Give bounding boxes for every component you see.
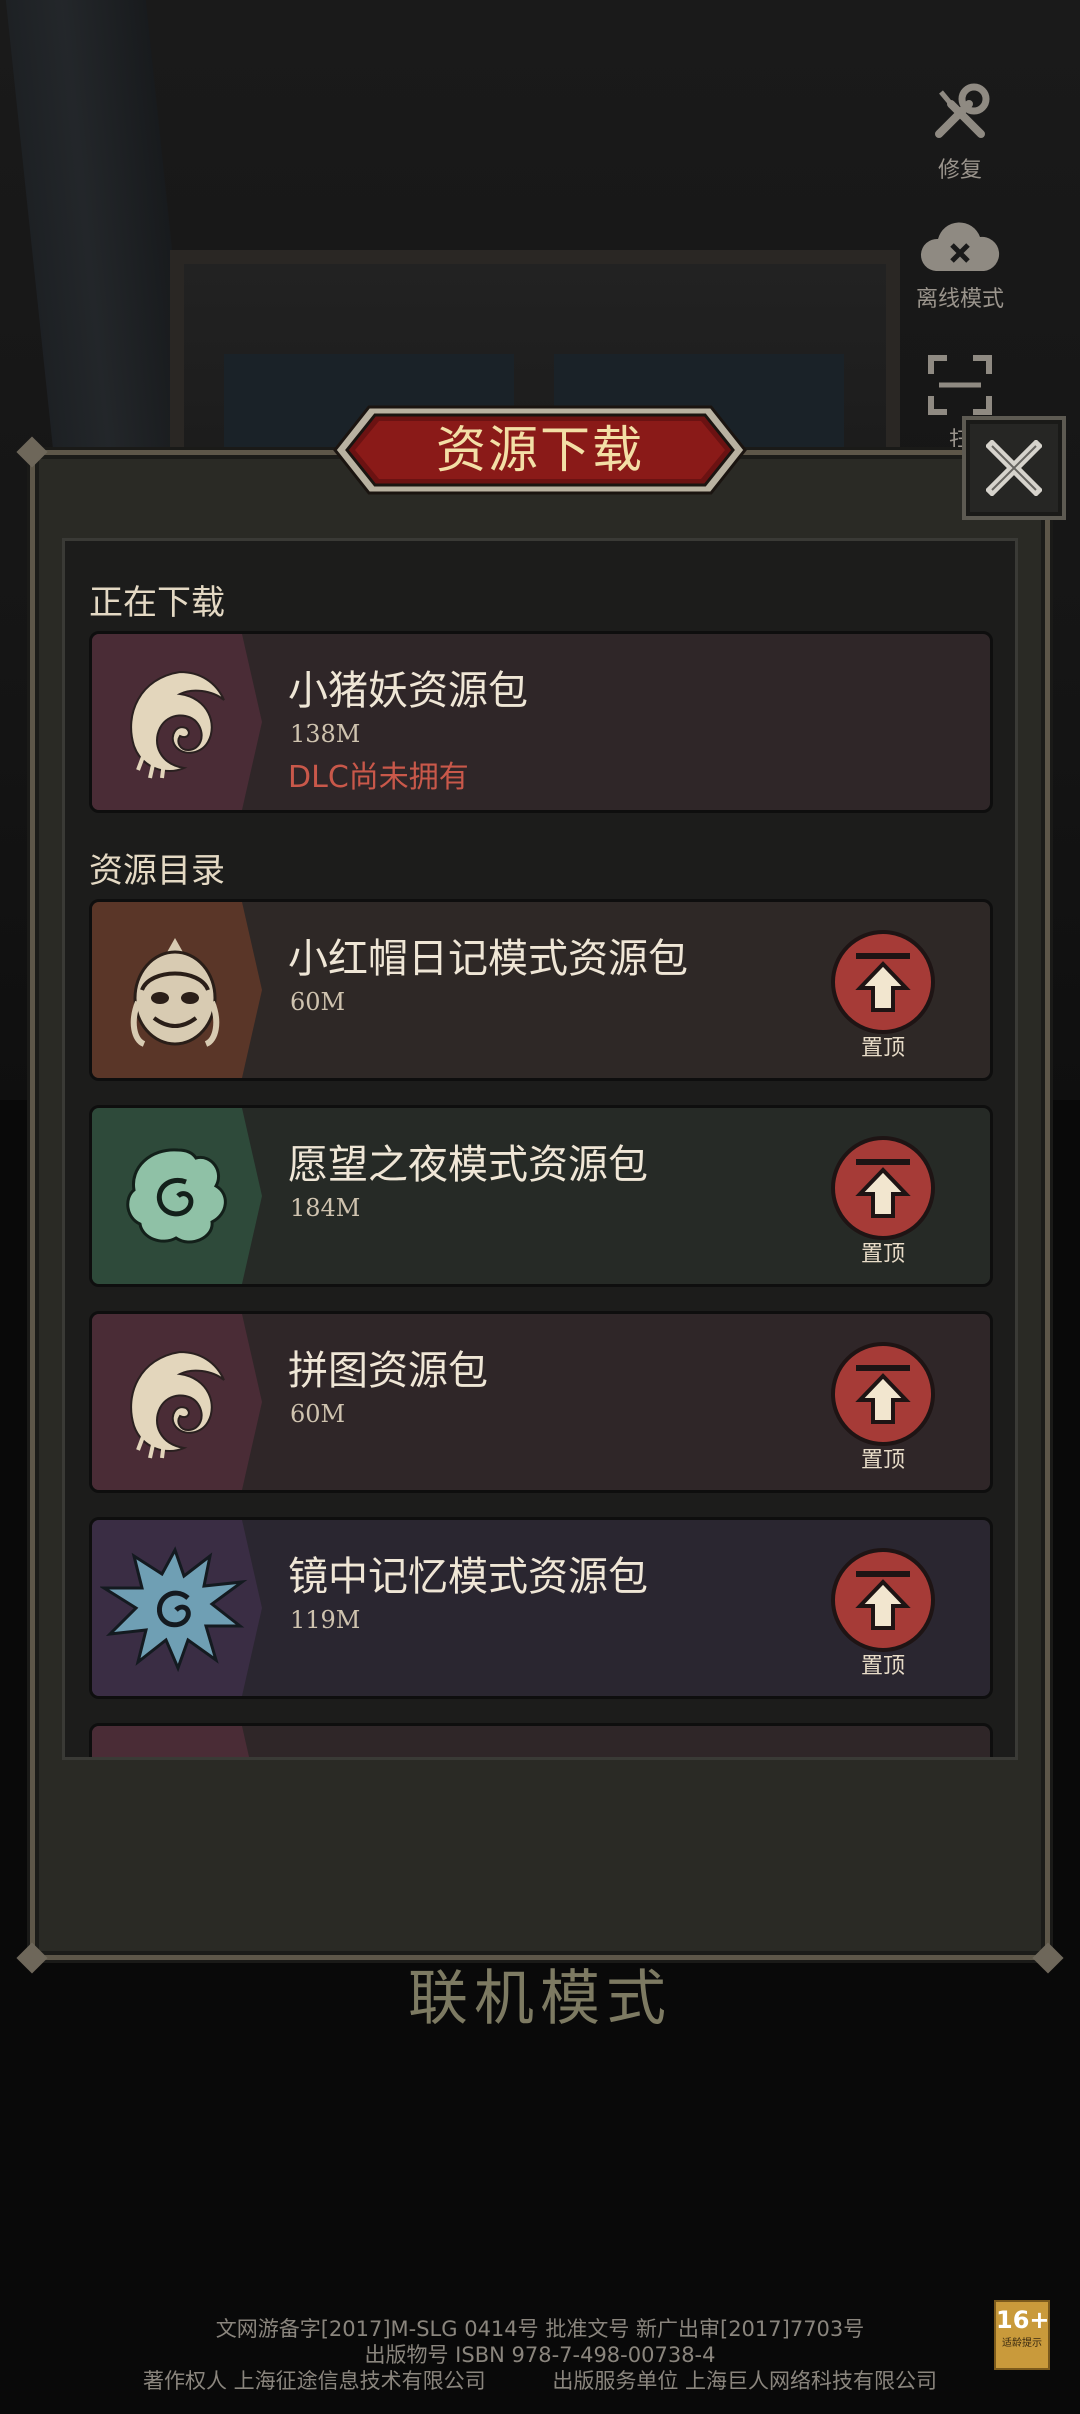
pin-top-icon bbox=[831, 1548, 935, 1652]
catalog-item-card[interactable]: 小红帽日记模式资源包 60M 置顶 bbox=[89, 899, 993, 1081]
item-status: DLC尚未拥有 bbox=[288, 760, 469, 795]
dialog-title: 资源下载 bbox=[436, 421, 644, 479]
publisher: 出版服务单位 上海巨人网络科技有限公司 bbox=[552, 2369, 938, 2393]
catalog-item-card[interactable]: 镜中记忆模式资源包 119M 置顶 bbox=[89, 1517, 993, 1699]
spiky-spiral-icon bbox=[100, 1546, 248, 1673]
item-size: 60M bbox=[290, 1400, 346, 1428]
copyright-footer: 文网游备字[2017]M-SLG 0414号 批准文号 新广出审[2017]77… bbox=[0, 2316, 1080, 2394]
moon-spiral-icon bbox=[130, 1350, 225, 1459]
pin-top-icon bbox=[831, 930, 935, 1034]
scan-icon bbox=[928, 355, 992, 415]
catalog-item-card[interactable]: 愿望之夜模式资源包 184M 置顶 bbox=[89, 1105, 993, 1287]
pin-to-top-button[interactable]: 置顶 bbox=[820, 1342, 946, 1482]
pin-top-icon bbox=[831, 1342, 935, 1446]
item-title: 愿望之夜模式资源包 bbox=[288, 1142, 648, 1188]
pin-top-icon bbox=[831, 1136, 935, 1240]
repair-label: 修复 bbox=[937, 158, 982, 183]
pin-label: 置顶 bbox=[860, 1654, 905, 1679]
witch-face-icon bbox=[130, 938, 220, 1047]
item-title: 镜中记忆模式资源包 bbox=[288, 1554, 648, 1600]
catalog-item-card[interactable]: 拼图资源包 60M 置顶 bbox=[89, 1311, 993, 1493]
close-icon bbox=[986, 440, 1042, 496]
age-rating: 16+ bbox=[996, 2306, 1050, 2334]
download-item-card[interactable]: 小猪妖资源包 138M DLC尚未拥有 bbox=[89, 631, 993, 813]
footer-line: 文网游备字[2017]M-SLG 0414号 批准文号 新广出审[2017]77… bbox=[215, 2317, 865, 2341]
item-title: 小红帽日记模式资源包 bbox=[288, 936, 688, 982]
item-size: 184M bbox=[290, 1194, 361, 1222]
pin-label: 置顶 bbox=[860, 1448, 905, 1473]
curtain bbox=[5, 0, 195, 460]
resource-list-panel[interactable]: 正在下载 小猪妖资源包 138M DLC尚未拥有 资源目录 小红帽日记模式资源包… bbox=[62, 538, 1018, 1760]
online-mode-text: 联机模式 bbox=[408, 1964, 672, 2034]
item-title: 小猪妖资源包 bbox=[288, 668, 528, 714]
catalog-item-card[interactable] bbox=[89, 1723, 993, 1757]
catalog-section-label: 资源目录 bbox=[89, 851, 225, 891]
item-size: 60M bbox=[290, 988, 346, 1016]
footer-line: 著作权人 上海征途信息技术有限公司 出版服务单位 上海巨人网络科技有限公司 bbox=[0, 2368, 1080, 2394]
leaf-spiral-icon bbox=[126, 1148, 227, 1244]
offline-mode-button[interactable]: 离线模式 bbox=[900, 215, 1020, 313]
pin-to-top-button[interactable]: 置顶 bbox=[820, 1548, 946, 1688]
wrench-screwdriver-icon bbox=[935, 83, 990, 138]
moon-spiral-icon bbox=[130, 670, 225, 779]
downloading-section-label: 正在下载 bbox=[89, 583, 225, 623]
age-rating-badge: 16+ 适龄提示 bbox=[994, 2300, 1050, 2370]
offline-mode-label: 离线模式 bbox=[915, 287, 1004, 312]
pin-to-top-button[interactable]: 置顶 bbox=[820, 1136, 946, 1276]
pin-label: 置顶 bbox=[860, 1242, 905, 1267]
cloud-offline-icon bbox=[920, 222, 1000, 271]
item-title: 拼图资源包 bbox=[288, 1348, 488, 1394]
close-button[interactable] bbox=[962, 416, 1066, 520]
age-note: 适龄提示 bbox=[1002, 2338, 1042, 2349]
pin-label: 置顶 bbox=[860, 1036, 905, 1061]
item-size: 119M bbox=[290, 1606, 361, 1634]
footer-line: 出版物号 ISBN 978-7-498-00738-4 bbox=[364, 2343, 716, 2367]
pin-to-top-button[interactable]: 置顶 bbox=[820, 930, 946, 1070]
copyright-holder: 著作权人 上海征途信息技术有限公司 bbox=[142, 2369, 486, 2393]
item-size: 138M bbox=[290, 720, 361, 748]
card-icon-background bbox=[92, 1726, 262, 1757]
dialog-title-plate: 资源下载 bbox=[333, 405, 747, 495]
repair-button[interactable]: 修复 bbox=[900, 78, 1020, 184]
